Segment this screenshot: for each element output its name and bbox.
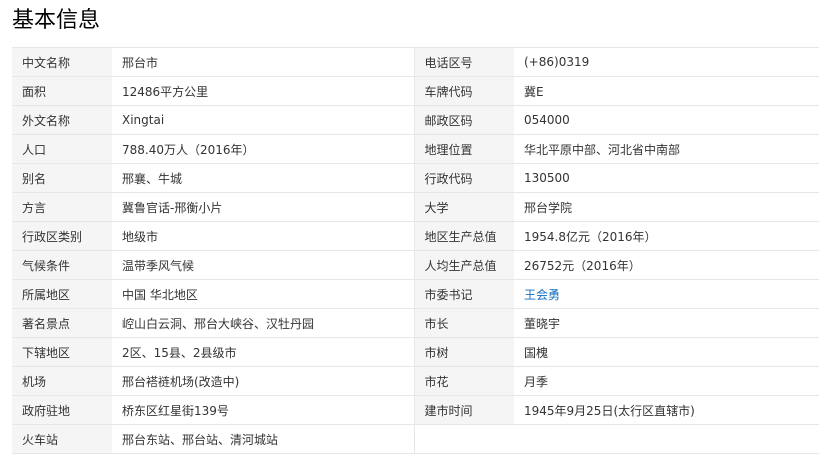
table-row: 方言 冀鲁官话-邢衡小片 大学 邢台学院: [12, 192, 819, 222]
field-label: 下辖地区: [12, 337, 112, 367]
field-label: 车牌代码: [414, 76, 514, 106]
field-value: (+86)0319: [514, 47, 819, 77]
field-value: 崆山白云洞、邢台大峡谷、汉牡丹园: [112, 308, 415, 338]
table-row: 别名 邢襄、牛城 行政代码 130500: [12, 163, 819, 193]
field-value: 董晓宇: [514, 308, 819, 338]
field-label: 面积: [12, 76, 112, 106]
field-label: 别名: [12, 163, 112, 193]
field-label: 地区生产总值: [414, 221, 514, 251]
field-label: 政府驻地: [12, 395, 112, 425]
field-value: 中国 华北地区: [112, 279, 415, 309]
table-row: 面积 12486平方公里 车牌代码 冀E: [12, 76, 819, 106]
field-value: 1945年9月25日(太行区直辖市): [514, 395, 819, 425]
field-label: 市长: [414, 308, 514, 338]
field-value: 26752元（2016年）: [514, 250, 819, 280]
table-row: 机场 邢台褡裢机场(改造中) 市花 月季: [12, 366, 819, 396]
table-row: 所属地区 中国 华北地区 市委书记 王会勇: [12, 279, 819, 309]
field-value: 桥东区红星街139号: [112, 395, 415, 425]
field-label: 气候条件: [12, 250, 112, 280]
table-row: 火车站 邢台东站、邢台站、清河城站: [12, 424, 819, 454]
table-row: 下辖地区 2区、15县、2县级市 市树 国槐: [12, 337, 819, 367]
table-row: 行政区类别 地级市 地区生产总值 1954.8亿元（2016年）: [12, 221, 819, 251]
field-value: Xingtai: [112, 105, 415, 135]
field-value: 月季: [514, 366, 819, 396]
field-label: 邮政区码: [414, 105, 514, 135]
field-value: 华北平原中部、河北省中南部: [514, 134, 819, 164]
field-value: 国槐: [514, 337, 819, 367]
field-value: 冀鲁官话-邢衡小片: [112, 192, 415, 222]
field-label: 外文名称: [12, 105, 112, 135]
section-title: 基本信息: [12, 8, 101, 33]
field-value: 邢台学院: [514, 192, 819, 222]
field-value: 地级市: [112, 221, 415, 251]
party-secretary-link[interactable]: 王会勇: [524, 288, 560, 302]
table-row: 政府驻地 桥东区红星街139号 建市时间 1945年9月25日(太行区直辖市): [12, 395, 819, 425]
table-row: 人口 788.40万人（2016年） 地理位置 华北平原中部、河北省中南部: [12, 134, 819, 164]
table-row: 著名景点 崆山白云洞、邢台大峡谷、汉牡丹园 市长 董晓宇: [12, 308, 819, 338]
field-value: 邢襄、牛城: [112, 163, 415, 193]
field-label: 中文名称: [12, 47, 112, 77]
field-label: 行政代码: [414, 163, 514, 193]
field-value: 温带季风气候: [112, 250, 415, 280]
field-value: 1954.8亿元（2016年）: [514, 221, 819, 251]
table-row: 气候条件 温带季风气候 人均生产总值 26752元（2016年）: [12, 250, 819, 280]
field-label: 方言: [12, 192, 112, 222]
field-label: 市委书记: [414, 279, 514, 309]
field-label: 市花: [414, 366, 514, 396]
table-row: 中文名称 邢台市 电话区号 (+86)0319: [12, 47, 819, 77]
field-value: 054000: [514, 105, 819, 135]
field-value: 12486平方公里: [112, 76, 415, 106]
field-label: 建市时间: [414, 395, 514, 425]
field-label: 地理位置: [414, 134, 514, 164]
field-value: 邢台市: [112, 47, 415, 77]
field-value: 邢台东站、邢台站、清河城站: [112, 424, 415, 454]
empty-cell: [514, 424, 819, 454]
field-value-cell: 王会勇: [514, 279, 819, 309]
field-value: 2区、15县、2县级市: [112, 337, 415, 367]
field-label: 大学: [414, 192, 514, 222]
field-label: 市树: [414, 337, 514, 367]
field-value: 788.40万人（2016年）: [112, 134, 415, 164]
field-label: 人口: [12, 134, 112, 164]
field-label: 火车站: [12, 424, 112, 454]
field-label: 机场: [12, 366, 112, 396]
field-label: 著名景点: [12, 308, 112, 338]
field-label: 电话区号: [414, 47, 514, 77]
field-label: 行政区类别: [12, 221, 112, 251]
field-value: 邢台褡裢机场(改造中): [112, 366, 415, 396]
field-label: 人均生产总值: [414, 250, 514, 280]
field-value: 130500: [514, 163, 819, 193]
basic-info-table: 中文名称 邢台市 电话区号 (+86)0319 面积 12486平方公里 车牌代…: [12, 47, 819, 454]
field-label: 所属地区: [12, 279, 112, 309]
field-value: 冀E: [514, 76, 819, 106]
table-row: 外文名称 Xingtai 邮政区码 054000: [12, 105, 819, 135]
empty-cell: [414, 424, 514, 454]
